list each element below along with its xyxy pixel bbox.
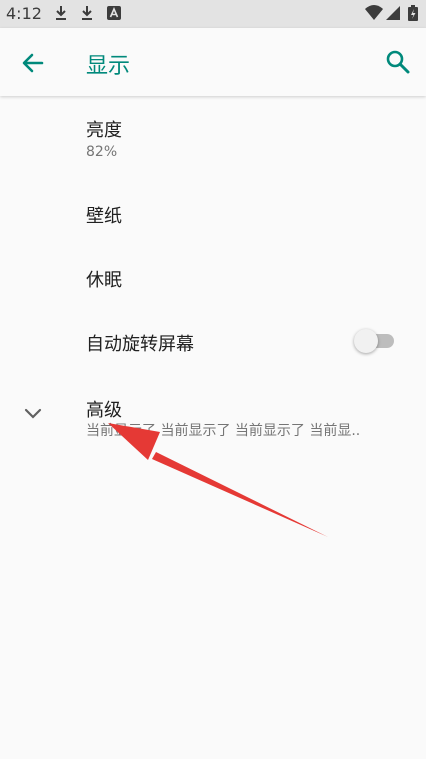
- setting-auto-rotate[interactable]: 自动旋转屏幕: [0, 320, 426, 364]
- setting-wallpaper[interactable]: 壁纸: [0, 188, 426, 238]
- setting-advanced[interactable]: 高级 当前显示了 当前显示了 当前显示了 当前显..: [0, 390, 426, 450]
- download-icon: [56, 6, 66, 20]
- battery-icon: [408, 5, 418, 21]
- a-badge-icon: [107, 6, 121, 20]
- page-title: 显示: [86, 54, 131, 79]
- brightness-label: 亮度: [86, 120, 122, 141]
- advanced-summary: 当前显示了 当前显示了 当前显示了 当前显..: [86, 423, 361, 439]
- app-bar: 显示: [0, 28, 426, 96]
- auto-rotate-label: 自动旋转屏幕: [86, 334, 194, 355]
- advanced-label: 高级: [86, 400, 122, 421]
- signal-icon: [386, 6, 400, 20]
- status-bar: 4:12: [0, 0, 426, 28]
- arrow-left-icon[interactable]: [20, 50, 46, 76]
- setting-sleep[interactable]: 休眠: [0, 253, 426, 303]
- search-icon[interactable]: [384, 48, 412, 76]
- brightness-summary: 82%: [86, 144, 118, 160]
- wifi-icon: [365, 5, 383, 20]
- download-icon: [82, 6, 92, 20]
- sleep-label: 休眠: [86, 270, 122, 291]
- status-time: 4:12: [6, 4, 42, 23]
- toggle-thumb: [354, 329, 378, 353]
- setting-brightness[interactable]: 亮度 82%: [0, 106, 426, 172]
- wallpaper-label: 壁纸: [86, 206, 122, 227]
- chevron-down-icon: [24, 408, 42, 419]
